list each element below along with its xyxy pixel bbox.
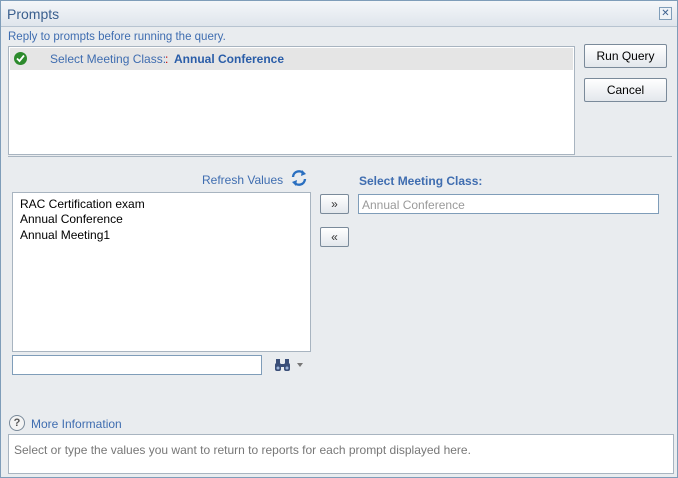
- instruction-text: Reply to prompts before running the quer…: [8, 31, 226, 43]
- dialog-title: Prompts: [7, 6, 60, 22]
- prompts-dialog: Prompts ✕ Reply to prompts before runnin…: [0, 0, 678, 478]
- list-item[interactable]: Annual Conference: [20, 212, 123, 226]
- cancel-button[interactable]: Cancel: [584, 78, 667, 102]
- refresh-values-link[interactable]: Refresh Values: [202, 173, 283, 187]
- refresh-icon[interactable]: [289, 169, 309, 187]
- prompt-row[interactable]: Select Meeting Class: : Annual Conferenc…: [10, 48, 573, 70]
- prompt-separator: :: [165, 52, 169, 66]
- more-information-link[interactable]: More Information: [31, 417, 122, 431]
- check-icon: [14, 52, 27, 65]
- help-text: Select or type the values you want to re…: [14, 443, 471, 457]
- list-item[interactable]: RAC Certification exam: [20, 197, 145, 211]
- title-bar: Prompts ✕: [1, 1, 677, 27]
- run-query-button[interactable]: Run Query: [584, 44, 667, 68]
- help-text-box: Select or type the values you want to re…: [8, 434, 674, 474]
- question-icon[interactable]: ?: [9, 415, 25, 431]
- remove-value-button[interactable]: «: [320, 227, 349, 247]
- close-icon[interactable]: ✕: [659, 7, 672, 20]
- add-value-button[interactable]: »: [320, 194, 349, 214]
- prompt-list: Select Meeting Class: : Annual Conferenc…: [8, 46, 575, 155]
- selected-heading: Select Meeting Class:: [359, 174, 483, 188]
- chevron-down-icon[interactable]: [297, 363, 303, 367]
- list-item[interactable]: Annual Meeting1: [20, 228, 110, 242]
- search-input[interactable]: [12, 355, 262, 375]
- binoculars-icon[interactable]: [274, 358, 292, 372]
- prompt-label: Select Meeting Class:: [50, 52, 167, 66]
- prompt-value: Annual Conference: [174, 52, 285, 66]
- selected-value-field[interactable]: Annual Conference: [358, 194, 659, 214]
- available-values-list[interactable]: RAC Certification exam Annual Conference…: [12, 192, 311, 352]
